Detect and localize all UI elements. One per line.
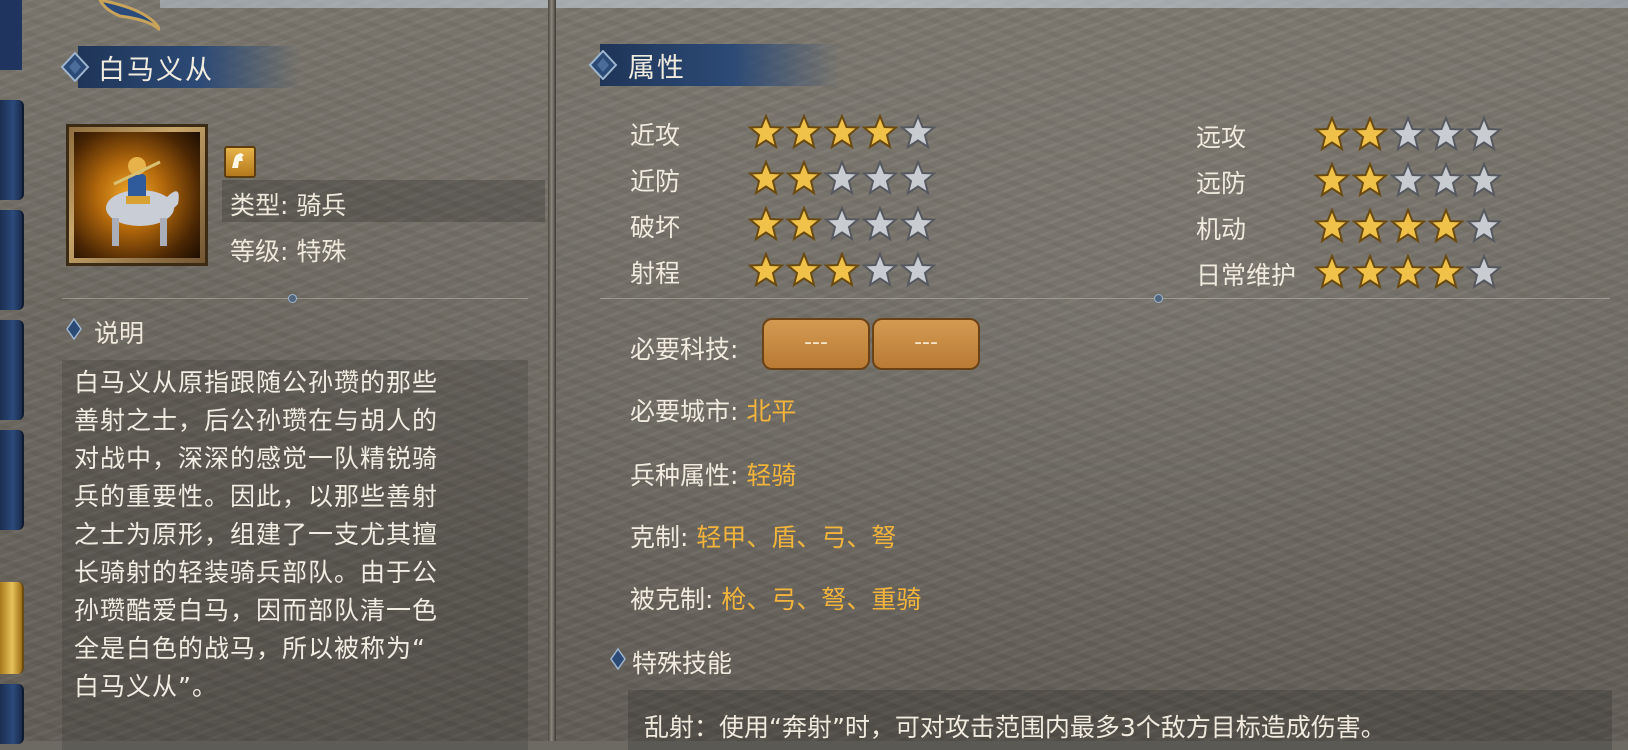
star-filled-icon [1314,162,1350,198]
star-filled-icon [1390,254,1426,290]
special-skill-text: 乱射：使用“奔射”时，可对攻击范围内最多3个敌方目标造成伤害。 [644,713,1386,742]
counters-value: 轻甲、盾、弓、弩 [696,523,897,552]
star-empty-icon [1466,208,1502,244]
stat-label-range: 射程 [630,259,681,288]
description-diamond-icon [66,318,82,340]
required-city-value: 北平 [746,397,797,426]
description-text: 白马义从原指跟随公孙瓒的那些 善射之士，后公孙瓒在与胡人的 对战中，深深的感觉一… [74,368,439,701]
required-city-row: 必要城市: 北平 [630,392,796,428]
star-empty-icon [862,206,898,242]
star-empty-icon [824,206,860,242]
attributes-diamond-icon [588,50,618,80]
description-heading: 说明 [94,319,145,348]
star-filled-icon [1314,254,1350,290]
special-skills-heading: 特殊技能 [632,649,733,678]
star-empty-icon [900,114,936,150]
side-tab-active[interactable] [0,582,24,674]
stars-ranged-attack [1314,116,1502,152]
stars-melee-attack [748,114,936,150]
side-tab-4[interactable] [0,430,24,530]
stat-label-melee-attack: 近攻 [630,121,681,150]
star-filled-icon [1428,208,1464,244]
star-empty-icon [1428,116,1464,152]
stat-label-ranged-attack: 远攻 [1196,123,1247,152]
star-filled-icon [748,252,784,288]
left-separator-dot-icon [288,294,297,303]
star-filled-icon [786,252,822,288]
star-filled-icon [1352,208,1388,244]
stars-destruction [748,206,936,242]
stars-melee-defense [748,160,936,196]
star-filled-icon [1314,116,1350,152]
unit-class-value: 轻骑 [746,461,797,490]
side-tab-bar [0,0,26,744]
stat-label-mobility: 机动 [1196,215,1247,244]
required-tech-label: 必要科技: [630,335,739,364]
unit-grade: 等级: 特殊 [230,237,347,266]
right-separator [600,298,1610,299]
countered-by-row: 被克制: 枪、弓、弩、重骑 [630,580,921,616]
side-tab-3[interactable] [0,320,24,420]
star-filled-icon [824,114,860,150]
right-separator-dot-icon [1154,294,1163,303]
star-filled-icon [786,160,822,196]
star-empty-icon [1390,162,1426,198]
attributes-title: 属性 [628,53,686,84]
unit-class-row: 兵种属性: 轻骑 [630,456,796,492]
header-diamond-icon [60,52,90,82]
top-frame-strip [160,0,1628,8]
stars-ranged-defense [1314,162,1502,198]
stat-label-melee-defense: 近防 [630,167,681,196]
counters-label: 克制: [630,523,689,552]
star-filled-icon [748,160,784,196]
star-empty-icon [1428,162,1464,198]
star-empty-icon [900,252,936,288]
required-tech-slot-1[interactable]: --- [762,318,870,370]
stars-upkeep [1314,254,1502,290]
star-filled-icon [1314,208,1350,244]
star-filled-icon [824,252,860,288]
star-empty-icon [1466,116,1502,152]
star-filled-icon [1390,208,1426,244]
star-filled-icon [786,114,822,150]
unit-portrait [66,124,208,266]
required-tech-slot-2[interactable]: --- [872,318,980,370]
star-filled-icon [1352,162,1388,198]
stars-mobility [1314,208,1502,244]
star-empty-icon [1466,254,1502,290]
cavalry-portrait-icon [106,157,179,246]
star-filled-icon [786,206,822,242]
unit-name: 白马义从 [98,55,214,86]
special-skills-diamond-icon [610,648,626,670]
side-tab-1[interactable] [0,100,24,200]
side-tab-2[interactable] [0,210,24,310]
star-empty-icon [1390,116,1426,152]
star-empty-icon [900,206,936,242]
star-filled-icon [862,114,898,150]
star-empty-icon [1466,162,1502,198]
countered-by-value: 枪、弓、弩、重骑 [721,585,922,614]
unit-class-label: 兵种属性: [630,461,739,490]
stars-range [748,252,936,288]
star-empty-icon [900,160,936,196]
horse-icon [224,146,256,178]
counters-row: 克制: 轻甲、盾、弓、弩 [630,518,896,554]
stat-label-ranged-defense: 远防 [1196,169,1247,198]
star-filled-icon [1352,116,1388,152]
star-empty-icon [862,252,898,288]
stat-label-destruction: 破坏 [630,213,681,242]
star-filled-icon [1428,254,1464,290]
star-empty-icon [862,160,898,196]
countered-by-label: 被克制: [630,585,714,614]
star-filled-icon [748,206,784,242]
star-filled-icon [748,114,784,150]
panel-divider [548,0,556,741]
star-filled-icon [1352,254,1388,290]
required-city-label: 必要城市: [630,397,739,426]
stat-label-upkeep: 日常维护 [1196,261,1297,290]
side-tab-6[interactable] [0,684,24,744]
star-empty-icon [824,160,860,196]
unit-type: 类型: 骑兵 [230,191,347,220]
